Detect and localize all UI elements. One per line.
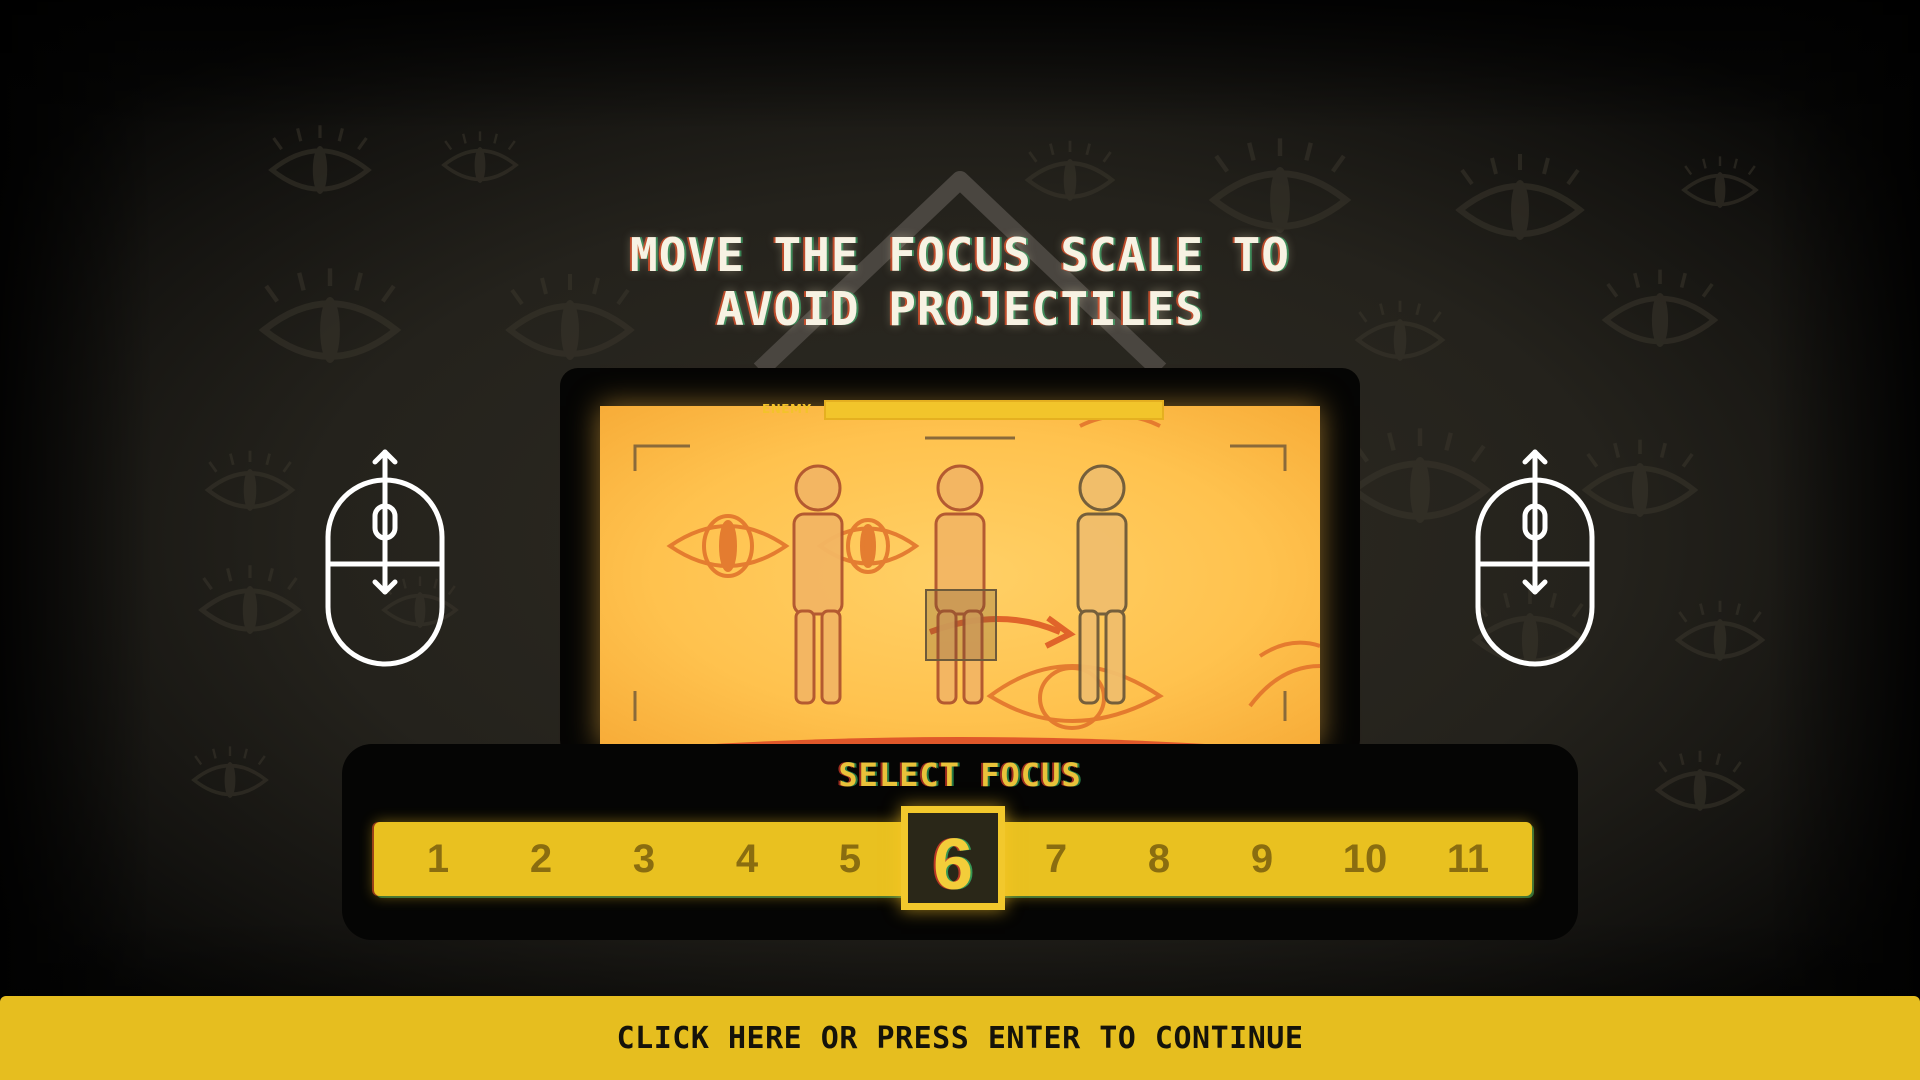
mouse-scroll-icon	[325, 449, 445, 667]
focus-option[interactable]: 1	[403, 822, 473, 896]
focus-option[interactable]: 10	[1330, 822, 1400, 896]
focus-option[interactable]: 9	[1227, 822, 1297, 896]
game-tutorial-screen: MOVE THE FOCUS SCALE TO AVOID PROJECTILE…	[0, 0, 1920, 1080]
focus-option-selected[interactable]: 6	[901, 806, 1005, 910]
select-focus-label: SELECT FOCUS	[838, 756, 1082, 794]
focus-option[interactable]: 4	[712, 822, 782, 896]
enemy-label: ENEMY	[762, 402, 812, 416]
enemy-health-bar	[824, 400, 1164, 420]
focus-option[interactable]: 8	[1124, 822, 1194, 896]
enemy-health-fill	[826, 402, 1162, 418]
focus-option[interactable]: 2	[506, 822, 576, 896]
focus-option[interactable]: 11	[1433, 822, 1503, 896]
focus-option[interactable]: 5	[815, 822, 885, 896]
continue-button[interactable]: CLICK HERE OR PRESS ENTER TO CONTINUE	[0, 996, 1920, 1080]
focus-option[interactable]: 7	[1021, 822, 1091, 896]
mouse-scroll-icon	[1475, 449, 1595, 667]
game-preview-art	[633, 414, 1320, 746]
focus-option[interactable]: 3	[609, 822, 679, 896]
game-preview-screen	[600, 406, 1320, 746]
instruction-title-line-1: MOVE THE FOCUS SCALE TO	[630, 228, 1290, 282]
instruction-title-line-2: AVOID PROJECTILES	[716, 282, 1204, 336]
